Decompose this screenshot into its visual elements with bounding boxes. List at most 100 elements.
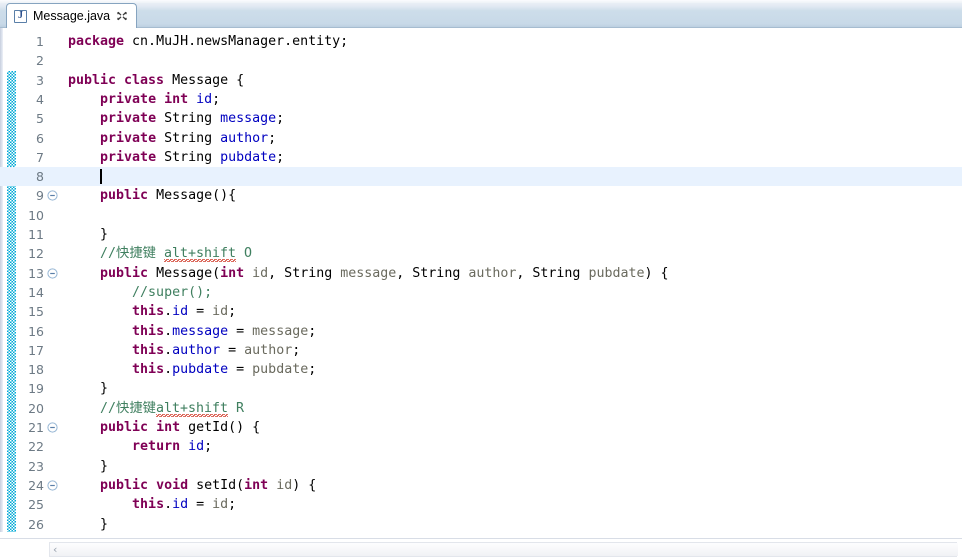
code-token: this	[132, 304, 165, 320]
code-token: String	[164, 111, 221, 127]
code-line[interactable]: 21 public int getId() {	[0, 418, 962, 437]
code-token: pubdate	[172, 362, 229, 378]
code-line[interactable]: 16 this.message = message;	[0, 322, 962, 341]
code-line[interactable]: 13 public Message(int id, String message…	[0, 264, 962, 283]
code-line[interactable]: 1 package cn.MuJH.newsManager.entity;	[0, 32, 962, 51]
code-line[interactable]: 26 }	[0, 515, 962, 533]
code-line[interactable]: 23 }	[0, 457, 962, 476]
code-line-text: //快捷键alt+shift R	[68, 399, 244, 418]
code-line-text: package cn.MuJH.newsManager.entity;	[68, 32, 348, 51]
code-token: pubdate	[588, 265, 645, 281]
code-token: cn.MuJH.newsManager.entity;	[132, 34, 349, 49]
code-line[interactable]: 18 this.pubdate = pubdate;	[0, 360, 962, 379]
code-editor[interactable]: 1 package cn.MuJH.newsManager.entity; 2 3 pu…	[0, 28, 962, 560]
code-token: alt+shift	[155, 400, 228, 416]
code-line[interactable]: 14 //super();	[0, 283, 962, 302]
code-line[interactable]: 3 public class Message {	[0, 71, 962, 90]
code-token: author	[172, 342, 221, 358]
code-line[interactable]: 2	[0, 51, 962, 70]
code-token: ;	[204, 439, 213, 455]
line-number: 19	[28, 381, 44, 397]
code-line[interactable]: 17 this.author = author;	[0, 341, 962, 360]
line-number: 13	[28, 265, 44, 281]
code-line-text: public void setId(int id) {	[68, 476, 316, 495]
code-line[interactable]: 25 this.id = id;	[0, 495, 962, 514]
code-line-text: return id;	[68, 437, 212, 456]
line-number: 1	[36, 34, 44, 49]
line-number: 10	[28, 207, 44, 223]
code-token: ;	[276, 111, 285, 127]
code-line[interactable]: 4 private int id;	[0, 90, 962, 109]
code-token: this	[132, 323, 165, 339]
code-token: message	[172, 323, 229, 339]
code-line-text: public Message(int id, String message, S…	[68, 264, 669, 283]
code-line-text: public int getId() {	[68, 418, 260, 437]
line-number: 5	[36, 111, 44, 127]
scrollbar-track[interactable]	[49, 542, 958, 557]
code-token: //super();	[68, 284, 213, 300]
code-token: ;	[212, 91, 221, 107]
code-token: pubdate	[220, 149, 277, 165]
code-line[interactable]: 8	[0, 167, 962, 187]
fold-collapse-icon[interactable]	[47, 190, 58, 201]
line-number: 20	[28, 400, 44, 416]
code-token: message	[340, 265, 397, 281]
tab-bar-highlight	[0, 0, 962, 3]
code-token: , String	[268, 265, 341, 281]
code-token: public int	[100, 420, 189, 435]
code-token: public	[100, 265, 157, 281]
code-line[interactable]: 22 return id;	[0, 437, 962, 456]
code-token: ;	[308, 362, 317, 378]
horizontal-scrollbar[interactable]: ‹	[0, 538, 962, 560]
code-token: }	[68, 227, 109, 242]
code-line[interactable]: 11 }	[0, 225, 962, 244]
code-line[interactable]: 5 private String message;	[0, 109, 962, 128]
code-line[interactable]: 15 this.id = id;	[0, 302, 962, 321]
code-line[interactable]: 10	[0, 206, 962, 225]
code-line-text: public class Message {	[68, 71, 244, 90]
code-token: ;	[228, 304, 237, 320]
line-number: 14	[28, 284, 44, 300]
line-number: 4	[36, 91, 44, 107]
editor-tab-bar: J Message.java	[0, 0, 962, 28]
code-token: private	[100, 149, 165, 165]
fold-collapse-icon[interactable]	[47, 267, 58, 279]
line-number: 11	[28, 227, 44, 242]
code-line[interactable]: 9 public Message(){	[0, 186, 962, 205]
code-line[interactable]: 19 }	[0, 379, 962, 398]
code-token: }	[68, 458, 109, 474]
code-line-text: private String message;	[68, 109, 284, 128]
code-token: =	[228, 323, 253, 339]
code-token: id	[212, 497, 229, 513]
code-token: =	[188, 497, 213, 513]
line-number: 2	[36, 53, 44, 69]
code-token: O	[236, 246, 253, 262]
code-line[interactable]: 20 //快捷键alt+shift R	[0, 399, 962, 418]
line-number: 3	[36, 72, 44, 88]
code-token: author	[220, 130, 269, 146]
line-number: 22	[28, 439, 44, 455]
code-line[interactable]: 7 private String pubdate;	[0, 148, 962, 167]
scrollbar-thumb[interactable]	[50, 543, 958, 556]
code-line[interactable]: 24 public void setId(int id) {	[0, 476, 962, 495]
code-line[interactable]: 12 //快捷键 alt+shift O	[0, 244, 962, 263]
chevron-left-icon[interactable]: ‹	[53, 544, 63, 555]
code-token: , String	[516, 265, 589, 281]
fold-collapse-icon[interactable]	[47, 480, 58, 491]
code-text-area[interactable]: 1 package cn.MuJH.newsManager.entity; 2 3 pu…	[0, 28, 962, 532]
code-token: id	[276, 477, 293, 493]
fold-collapse-icon[interactable]	[47, 422, 58, 433]
code-token: getId() {	[188, 420, 261, 435]
code-line[interactable]: 6 private String author;	[0, 129, 962, 148]
code-line-text	[68, 167, 100, 186]
close-icon[interactable]	[116, 10, 128, 22]
code-line-text: }	[68, 457, 108, 476]
code-line-text: private String author;	[68, 129, 276, 148]
editor-tab-message-java[interactable]: J Message.java	[6, 3, 138, 28]
